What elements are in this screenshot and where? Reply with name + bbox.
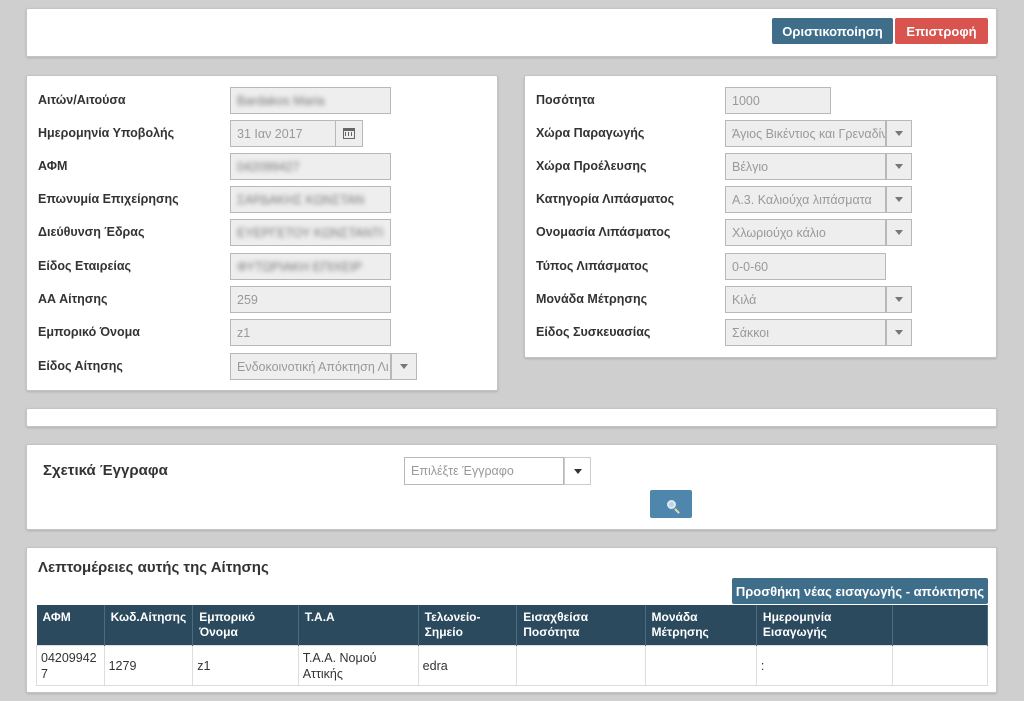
chevron-down-icon	[895, 330, 903, 335]
fertilizer-category-label: Κατηγορία Λιπάσματος	[536, 192, 675, 206]
applicant-value: Bardakos Maria	[237, 93, 325, 108]
applicant-label: Αιτών/Αιτούσα	[38, 93, 126, 107]
table-cell: 1279	[103, 645, 194, 686]
chevron-down-icon	[400, 364, 408, 369]
calendar-button[interactable]	[335, 120, 363, 147]
address-label: Διεύθυνση Έδρας	[38, 225, 145, 239]
app-type-dropdown-button[interactable]	[391, 353, 417, 380]
afm-value: 042099427	[237, 159, 300, 174]
quantity-label: Ποσότητα	[536, 93, 595, 107]
afm-label: ΑΦΜ	[38, 159, 68, 173]
production-country-label: Χώρα Παραγωγής	[536, 126, 645, 140]
production-country-select[interactable]: Άγιος Βικέντιος και Γρεναδίν	[725, 120, 886, 147]
table-cell	[516, 645, 646, 686]
origin-country-label: Χώρα Προέλευσης	[536, 159, 647, 173]
column-header[interactable]: Τελωνείο-Σημείο	[418, 605, 518, 646]
column-header[interactable]: Κωδ.Αίτησης	[104, 605, 194, 646]
table-cell: 042099427	[36, 645, 105, 686]
details-title: Λεπτομέρειες αυτής της Αίτησης	[38, 559, 269, 576]
origin-country-dropdown-button[interactable]	[886, 153, 912, 180]
chevron-down-icon	[895, 131, 903, 136]
applicant-field[interactable]: Bardakos Maria	[230, 87, 391, 114]
origin-country-select[interactable]: Βέλγιο	[725, 153, 886, 180]
unit-select[interactable]: Κιλά	[725, 286, 886, 313]
trade-name-field[interactable]: z1	[230, 319, 391, 346]
app-number-label: ΑΑ Αίτησης	[38, 292, 108, 306]
company-name-field[interactable]: ΣΑΡΔΑΚΗΣ ΚΩΝΣΤΑΝ	[230, 186, 391, 213]
column-header[interactable]: Εισαχθείσα Ποσότητα	[516, 605, 646, 646]
table-row[interactable]: 042099427 1279 z1 Τ.Α.Α. Νομού Αττικής e…	[36, 645, 988, 686]
documents-title: Σχετικά Έγγραφα	[43, 462, 168, 479]
company-type-field[interactable]: ΦΥΤΩΡΙΑΚΗ ΕΠΙΧΕΙΡ	[230, 253, 391, 280]
fertilizer-type-field[interactable]: 0-0-60	[725, 253, 886, 280]
app-type-label: Είδος Αίτησης	[38, 359, 123, 373]
app-type-select[interactable]: Ενδοκοινοτική Απόκτηση Λι	[230, 353, 391, 380]
fertilizer-name-dropdown-button[interactable]	[886, 219, 912, 246]
quantity-field[interactable]: 1000	[725, 87, 831, 114]
details-table: ΑΦΜ Κωδ.Αίτησης Εμπορικό Όνομα Τ.Α.Α Τελ…	[36, 605, 988, 686]
chevron-down-icon	[895, 297, 903, 302]
fertilizer-type-label: Τύπος Λιπάσματος	[536, 259, 649, 273]
column-header[interactable]: Εμπορικό Όνομα	[192, 605, 299, 646]
fertilizer-category-select[interactable]: Α.3. Καλιούχα λιπάσματα	[725, 186, 886, 213]
back-button[interactable]: Επιστροφή	[895, 18, 988, 44]
chevron-down-icon	[895, 197, 903, 202]
address-value: ΕΥΕΡΓΕΤΟΥ ΚΩΝΣΤΑΝΤΙ	[237, 225, 384, 240]
app-number-field[interactable]: 259	[230, 286, 391, 313]
toolbar-panel: Οριστικοποίηση Επιστροφή	[26, 8, 997, 57]
submission-date-field[interactable]: 31 Ιαν 2017	[230, 120, 336, 147]
fertilizer-name-label: Ονομασία Λιπάσματος	[536, 225, 671, 239]
document-select[interactable]: Επιλέξτε Έγγραφο	[404, 457, 564, 485]
address-field[interactable]: ΕΥΕΡΓΕΤΟΥ ΚΩΝΣΤΑΝΤΙ	[230, 219, 391, 246]
spacer-panel	[26, 408, 997, 427]
details-panel: Λεπτομέρειες αυτής της Αίτησης Προσθήκη …	[26, 547, 997, 693]
fertilizer-name-select[interactable]: Χλωριούχο κάλιο	[725, 219, 886, 246]
chevron-down-icon	[895, 230, 903, 235]
column-header	[892, 605, 988, 646]
production-country-dropdown-button[interactable]	[886, 120, 912, 147]
packaging-label: Είδος Συσκευασίας	[536, 325, 651, 339]
table-cell: :	[755, 645, 894, 686]
table-cell: Τ.Α.Α. Νομού Αττικής	[297, 645, 419, 686]
fertilizer-category-dropdown-button[interactable]	[886, 186, 912, 213]
afm-field[interactable]: 042099427	[230, 153, 391, 180]
packaging-select[interactable]: Σάκκοι	[725, 319, 886, 346]
column-header[interactable]: Μονάδα Μέτρησης	[645, 605, 757, 646]
column-header[interactable]: Τ.Α.Α	[298, 605, 419, 646]
table-cell	[644, 645, 757, 686]
column-header[interactable]: Ημερομηνία Εισαγωγής	[756, 605, 894, 646]
packaging-dropdown-button[interactable]	[886, 319, 912, 346]
company-name-value: ΣΑΡΔΑΚΗΣ ΚΩΝΣΤΑΝ	[237, 192, 365, 207]
submission-date-label: Ημερομηνία Υποβολής	[38, 126, 175, 140]
add-import-button[interactable]: Προσθήκη νέας εισαγωγής - απόκτησης	[732, 578, 988, 604]
search-button[interactable]	[650, 490, 692, 518]
fertilizer-form-panel: Ποσότητα 1000 Χώρα Παραγωγής Άγιος Βικέν…	[524, 75, 997, 358]
table-cell: edra	[417, 645, 518, 686]
documents-panel: Σχετικά Έγγραφα Επιλέξτε Έγγραφο	[26, 444, 997, 530]
unit-label: Μονάδα Μέτρησης	[536, 292, 648, 306]
chevron-down-icon	[573, 468, 582, 474]
search-icon	[666, 499, 676, 509]
company-name-label: Επωνυμία Επιχείρησης	[38, 192, 179, 206]
column-header[interactable]: ΑΦΜ	[36, 605, 105, 646]
unit-dropdown-button[interactable]	[886, 286, 912, 313]
table-cell: z1	[192, 645, 299, 686]
finalize-button[interactable]: Οριστικοποίηση	[772, 18, 893, 44]
trade-name-label: Εμπορικό Όνομα	[38, 325, 140, 339]
applicant-form-panel: Αιτών/Αιτούσα Bardakos Maria Ημερομηνία …	[26, 75, 498, 391]
calendar-icon	[343, 128, 355, 139]
company-type-value: ΦΥΤΩΡΙΑΚΗ ΕΠΙΧΕΙΡ	[237, 259, 362, 274]
chevron-down-icon	[895, 164, 903, 169]
company-type-label: Είδος Εταιρείας	[38, 259, 132, 273]
document-dropdown-button[interactable]	[564, 457, 591, 485]
table-cell	[892, 645, 988, 686]
